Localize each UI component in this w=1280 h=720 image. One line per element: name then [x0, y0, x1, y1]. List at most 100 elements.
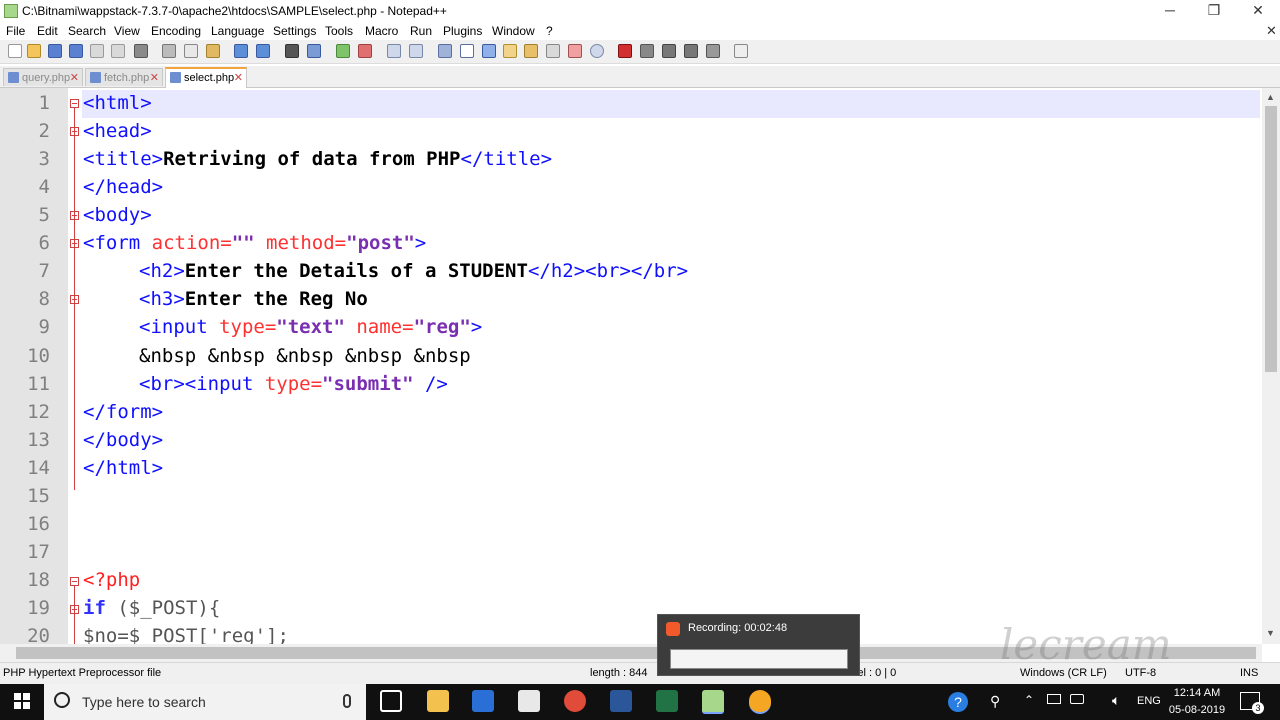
- udl-icon[interactable]: [503, 44, 517, 58]
- tab-query-php[interactable]: query.php ✕: [3, 68, 83, 86]
- line-number: 8: [38, 288, 50, 310]
- code-token: <input: [139, 316, 208, 338]
- record-macro-icon[interactable]: [618, 44, 632, 58]
- file-explorer-icon[interactable]: [427, 690, 449, 712]
- doc-map-icon[interactable]: [524, 44, 538, 58]
- menu-window[interactable]: Window: [492, 24, 535, 38]
- close-button[interactable]: ✕: [1236, 0, 1280, 22]
- store-icon[interactable]: [472, 690, 494, 712]
- sync-horizontal-icon[interactable]: [409, 44, 423, 58]
- people-icon[interactable]: ⚲: [990, 693, 1000, 710]
- mail-icon[interactable]: [518, 690, 540, 712]
- scroll-up-icon[interactable]: ▲: [1266, 92, 1275, 102]
- recording-status: Recording: 00:02:48: [688, 622, 787, 634]
- code-token: ($_POST){: [105, 597, 221, 619]
- show-all-chars-icon[interactable]: [460, 44, 474, 58]
- tab-close-icon[interactable]: ✕: [150, 69, 159, 87]
- save-icon[interactable]: [48, 44, 62, 58]
- windows-start-icon[interactable]: [14, 693, 30, 709]
- show-hidden-icons-icon[interactable]: ⌃: [1024, 693, 1034, 707]
- code-token: </form>: [83, 401, 164, 423]
- maximize-button[interactable]: ❐: [1192, 0, 1236, 22]
- menu-search[interactable]: Search: [68, 24, 106, 38]
- screen-recorder-icon[interactable]: [749, 690, 771, 714]
- line-number: 1: [38, 92, 50, 114]
- spell-check-icon[interactable]: [734, 44, 748, 58]
- menu-macro[interactable]: Macro: [365, 24, 398, 38]
- code-token: type=: [207, 316, 277, 338]
- undo-icon[interactable]: [234, 44, 248, 58]
- minimize-button[interactable]: ─: [1148, 0, 1192, 22]
- sync-vertical-icon[interactable]: [387, 44, 401, 58]
- recording-label: Recording:: [688, 622, 742, 634]
- line-number: 3: [38, 148, 50, 170]
- notepadpp-taskbar-icon[interactable]: [702, 690, 724, 714]
- print-icon[interactable]: [134, 44, 148, 58]
- indent-guide-icon[interactable]: [482, 44, 496, 58]
- fold-toggle-icon[interactable]: [70, 99, 79, 108]
- menu-settings[interactable]: Settings: [273, 24, 316, 38]
- volume-icon[interactable]: 🔈︎: [1112, 692, 1120, 709]
- paste-icon[interactable]: [206, 44, 220, 58]
- menu-help[interactable]: ?: [546, 24, 553, 38]
- replace-icon[interactable]: [307, 44, 321, 58]
- scroll-down-icon[interactable]: ▼: [1266, 628, 1275, 638]
- menu-tools[interactable]: Tools: [325, 24, 353, 38]
- word-icon[interactable]: [610, 690, 632, 712]
- close-document-icon[interactable]: ✕: [1266, 23, 1277, 39]
- code-token: Enter the Reg No: [184, 288, 368, 310]
- chrome-icon[interactable]: [564, 690, 586, 712]
- redo-icon[interactable]: [256, 44, 270, 58]
- fold-toggle-icon[interactable]: [70, 577, 79, 586]
- php-file-icon: [170, 72, 181, 83]
- clock-date[interactable]: 05-08-2019: [1168, 704, 1226, 716]
- zoom-out-icon[interactable]: [358, 44, 372, 58]
- menu-run[interactable]: Run: [410, 24, 432, 38]
- code-token: <title>: [83, 148, 164, 170]
- microphone-icon[interactable]: [343, 694, 351, 708]
- menu-file[interactable]: File: [6, 24, 25, 38]
- function-list-icon[interactable]: [546, 44, 560, 58]
- battery-icon[interactable]: [1047, 694, 1061, 704]
- find-icon[interactable]: [285, 44, 299, 58]
- vertical-scroll-thumb[interactable]: [1265, 106, 1277, 372]
- help-icon[interactable]: ?: [948, 692, 968, 712]
- input-language[interactable]: ENG: [1137, 695, 1161, 707]
- copy-icon[interactable]: [184, 44, 198, 58]
- menu-plugins[interactable]: Plugins: [443, 24, 482, 38]
- save-all-icon[interactable]: [69, 44, 83, 58]
- folder-workspace-icon[interactable]: [568, 44, 582, 58]
- monitoring-icon[interactable]: [590, 44, 604, 58]
- tab-close-icon[interactable]: ✕: [70, 69, 79, 87]
- close-file-icon[interactable]: [90, 44, 104, 58]
- clock-time[interactable]: 12:14 AM: [1168, 687, 1226, 699]
- code-token: </html>: [83, 457, 164, 479]
- line-number: 11: [27, 373, 50, 395]
- zoom-in-icon[interactable]: [336, 44, 350, 58]
- excel-icon[interactable]: [656, 690, 678, 712]
- menu-view[interactable]: View: [114, 24, 140, 38]
- word-wrap-icon[interactable]: [438, 44, 452, 58]
- task-view-icon[interactable]: [380, 690, 402, 712]
- cut-icon[interactable]: [162, 44, 176, 58]
- stop-macro-icon[interactable]: [640, 44, 654, 58]
- play-macro-icon[interactable]: [662, 44, 676, 58]
- menu-encoding[interactable]: Encoding: [151, 24, 201, 38]
- network-icon[interactable]: [1070, 694, 1084, 704]
- tab-close-icon[interactable]: ✕: [234, 69, 243, 87]
- search-placeholder: Type here to search: [82, 694, 206, 710]
- code-token: <h2>: [139, 260, 185, 282]
- status-length: length : 844: [590, 667, 648, 679]
- tab-fetch-php[interactable]: fetch.php ✕: [85, 68, 163, 86]
- line-number: 5: [38, 204, 50, 226]
- run-macro-multiple-icon[interactable]: [684, 44, 698, 58]
- line-number: 13: [27, 429, 50, 451]
- menu-language[interactable]: Language: [211, 24, 264, 38]
- tab-select-php[interactable]: select.php ✕: [165, 67, 247, 88]
- save-macro-icon[interactable]: [706, 44, 720, 58]
- menu-edit[interactable]: Edit: [37, 24, 58, 38]
- new-file-icon[interactable]: [8, 44, 22, 58]
- close-all-icon[interactable]: [111, 44, 125, 58]
- code-token: >: [470, 316, 483, 338]
- open-file-icon[interactable]: [27, 44, 41, 58]
